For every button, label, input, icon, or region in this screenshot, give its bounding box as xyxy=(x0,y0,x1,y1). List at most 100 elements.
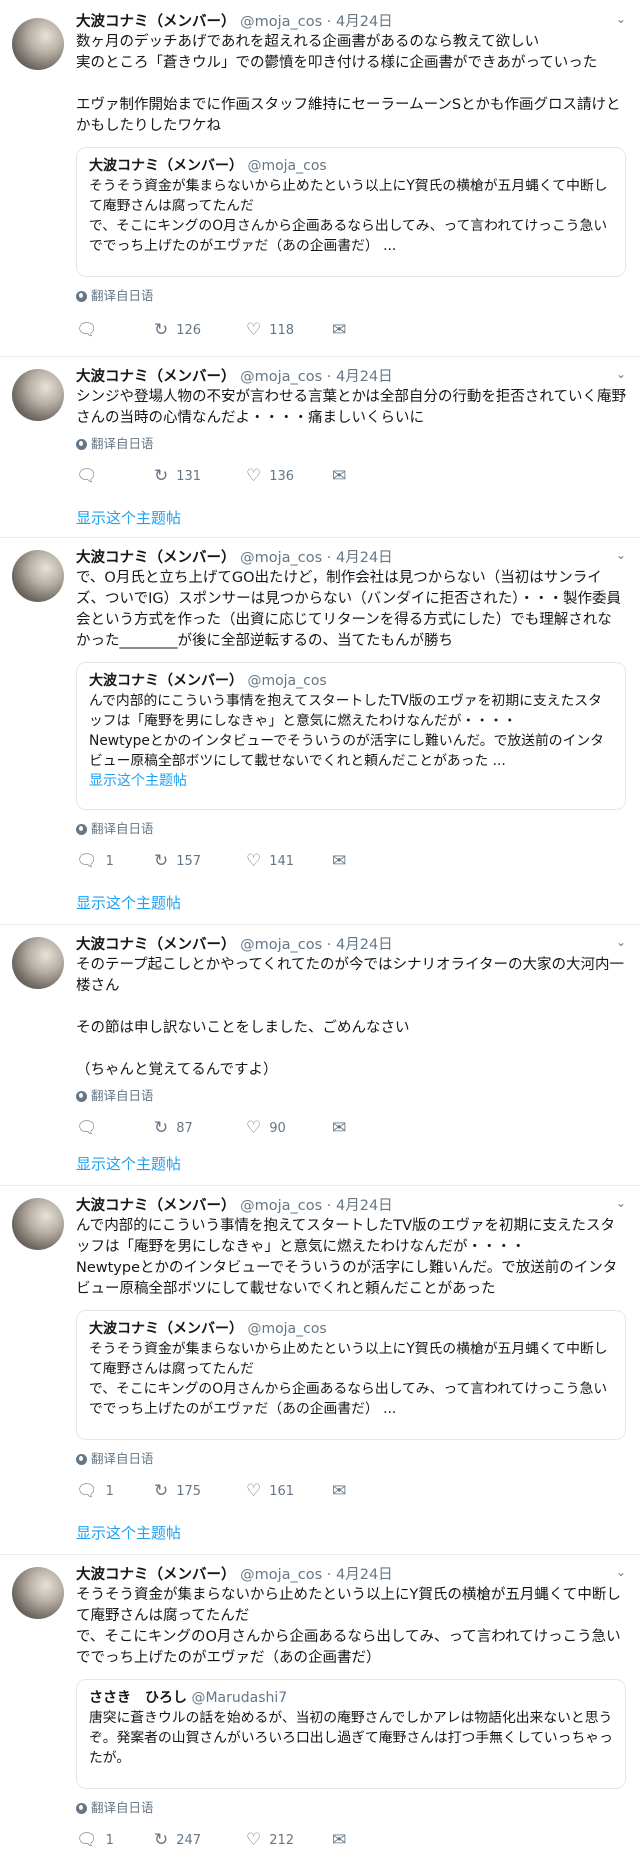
author-handle[interactable]: @moja_cos xyxy=(240,1567,322,1583)
tweet-date[interactable]: 4月24日 xyxy=(336,550,393,566)
like-button[interactable]: ♡ 161 xyxy=(246,1482,332,1500)
envelope-icon: ✉ xyxy=(332,465,347,486)
reply-button[interactable]: 🗨︎ xyxy=(76,1117,154,1138)
retweet-button[interactable]: ↻ 126 xyxy=(154,319,246,340)
tweet-actions: 🗨︎ 1 ↻ 157 ♡ 141 ✉ xyxy=(76,850,626,872)
like-count: 212 xyxy=(269,1832,295,1848)
show-thread-link[interactable]: 显示这个主题帖 xyxy=(76,892,181,913)
like-count: 161 xyxy=(269,1483,295,1499)
chevron-down-icon[interactable]: ⌄ xyxy=(616,367,626,381)
message-button[interactable]: ✉ xyxy=(332,1119,346,1137)
quoted-tweet[interactable]: 大波コナミ（メンバー） @moja_cos そうそう資金が集まらないから止めたと… xyxy=(76,147,626,277)
author-name[interactable]: 大波コナミ（メンバー） xyxy=(76,550,236,566)
like-button[interactable]: ♡ 118 xyxy=(246,321,332,339)
quoted-tweet[interactable]: 大波コナミ（メンバー） @moja_cos んで内部的にこういう事情を抱えてスタ… xyxy=(76,662,626,810)
translate-link[interactable]: 翻译自日语 xyxy=(76,1450,626,1468)
avatar[interactable] xyxy=(12,1567,64,1619)
author-handle[interactable]: @moja_cos xyxy=(240,14,322,30)
globe-icon xyxy=(76,823,87,835)
show-thread-link[interactable]: 显示这个主题帖 xyxy=(76,507,181,528)
author-handle[interactable]: @moja_cos xyxy=(240,550,322,566)
translate-link[interactable]: 翻译自日语 xyxy=(76,820,626,838)
like-button[interactable]: ♡ 212 xyxy=(246,1831,332,1849)
author-handle[interactable]: @moja_cos xyxy=(240,937,322,953)
message-button[interactable]: ✉ xyxy=(332,321,346,339)
tweet-header: 大波コナミ（メンバー） @moja_cos · 4月24日 xyxy=(76,12,626,32)
quoted-header: 大波コナミ（メンバー） @moja_cos xyxy=(89,671,613,691)
like-button[interactable]: ♡ 136 xyxy=(246,467,332,485)
retweet-button[interactable]: ↻ 247 xyxy=(154,1831,246,1849)
tweet[interactable]: 大波コナミ（メンバー） @moja_cos · 4月24日 ⌄ で、O月氏と立ち… xyxy=(0,538,640,925)
retweet-icon: ↻ xyxy=(154,319,169,340)
quoted-header: 大波コナミ（メンバー） @moja_cos xyxy=(89,156,613,176)
chevron-down-icon[interactable]: ⌄ xyxy=(616,12,626,26)
author-name[interactable]: 大波コナミ（メンバー） xyxy=(76,14,236,30)
quoted-show-thread-link[interactable]: 显示这个主题帖 xyxy=(89,771,613,791)
avatar[interactable] xyxy=(12,937,64,989)
translate-link[interactable]: 翻译自日语 xyxy=(76,287,626,305)
chevron-down-icon[interactable]: ⌄ xyxy=(616,935,626,949)
translate-label: 翻译自日语 xyxy=(91,1451,154,1466)
translate-link[interactable]: 翻译自日语 xyxy=(76,1799,626,1817)
retweet-button[interactable]: ↻ 131 xyxy=(154,465,246,486)
translate-link[interactable]: 翻译自日语 xyxy=(76,435,626,453)
tweet-date[interactable]: 4月24日 xyxy=(336,1198,393,1214)
author-name[interactable]: 大波コナミ（メンバー） xyxy=(76,937,236,953)
author-handle[interactable]: @moja_cos xyxy=(240,1198,322,1214)
author-name[interactable]: 大波コナミ（メンバー） xyxy=(76,369,236,385)
heart-icon: ♡ xyxy=(246,1117,262,1138)
reply-button[interactable]: 🗨︎ 1 xyxy=(76,1829,154,1850)
tweet-date[interactable]: 4月24日 xyxy=(336,1567,393,1583)
avatar[interactable] xyxy=(12,550,64,602)
retweet-count: 131 xyxy=(176,468,202,484)
message-button[interactable]: ✉ xyxy=(332,852,346,870)
quoted-author-name: ささき ひろし xyxy=(89,1690,187,1706)
tweet[interactable]: 大波コナミ（メンバー） @moja_cos · 4月24日 ⌄ んで内部的にこう… xyxy=(0,1186,640,1555)
like-button[interactable]: ♡ 90 xyxy=(246,1117,332,1138)
reply-icon: 🗨︎ xyxy=(76,1829,98,1850)
avatar[interactable] xyxy=(12,18,64,70)
message-button[interactable]: ✉ xyxy=(332,1480,347,1501)
chevron-down-icon[interactable]: ⌄ xyxy=(616,548,626,562)
author-handle[interactable]: @moja_cos xyxy=(240,369,322,385)
retweet-button[interactable]: ↻ 87 xyxy=(154,1119,246,1137)
tweet-actions: 🗨︎ ↻ 87 ♡ 90 ✉ xyxy=(76,1117,626,1139)
show-thread-link[interactable]: 显示这个主题帖 xyxy=(76,1153,181,1174)
avatar[interactable] xyxy=(12,369,64,421)
author-name[interactable]: 大波コナミ（メンバー） xyxy=(76,1567,236,1583)
quoted-author-handle: @Marudashi7 xyxy=(191,1690,288,1706)
reply-icon: 🗨︎ xyxy=(76,465,98,486)
tweet[interactable]: 大波コナミ（メンバー） @moja_cos · 4月24日 ⌄ 数ヶ月のデッチあ… xyxy=(0,0,640,357)
message-button[interactable]: ✉ xyxy=(332,1831,346,1849)
author-name[interactable]: 大波コナミ（メンバー） xyxy=(76,1198,236,1214)
envelope-icon: ✉ xyxy=(332,1480,347,1501)
quoted-text: んで内部的にこういう事情を抱えてスタートしたTV版のエヴァを初期に支えたスタッフ… xyxy=(89,693,604,769)
translate-link[interactable]: 翻译自日语 xyxy=(76,1087,626,1105)
reply-button[interactable]: 🗨︎ xyxy=(76,321,154,339)
tweet[interactable]: 大波コナミ（メンバー） @moja_cos · 4月24日 ⌄ そうそう資金が集… xyxy=(0,1555,640,1864)
retweet-button[interactable]: ↻ 175 xyxy=(154,1482,246,1500)
show-thread-link[interactable]: 显示这个主题帖 xyxy=(76,1522,181,1543)
globe-icon xyxy=(76,1453,87,1465)
tweet-date[interactable]: 4月24日 xyxy=(336,369,393,385)
reply-button[interactable]: 🗨︎ 1 xyxy=(76,1480,154,1501)
tweet[interactable]: 大波コナミ（メンバー） @moja_cos · 4月24日 ⌄ シンジや登場人物… xyxy=(0,357,640,538)
retweet-icon: ↻ xyxy=(154,465,169,486)
reply-button[interactable]: 🗨︎ 1 xyxy=(76,852,154,870)
tweet[interactable]: 大波コナミ（メンバー） @moja_cos · 4月24日 ⌄ そのテープ起こし… xyxy=(0,925,640,1186)
globe-icon xyxy=(76,438,87,450)
avatar[interactable] xyxy=(12,1198,64,1250)
message-button[interactable]: ✉ xyxy=(332,465,347,486)
chevron-down-icon[interactable]: ⌄ xyxy=(616,1196,626,1210)
reply-icon: 🗨︎ xyxy=(76,1117,98,1138)
reply-button[interactable]: 🗨︎ xyxy=(76,465,154,486)
quoted-tweet[interactable]: 大波コナミ（メンバー） @moja_cos そうそう資金が集まらないから止めたと… xyxy=(76,1310,626,1440)
reply-icon: 🗨︎ xyxy=(76,1480,98,1501)
tweet-date[interactable]: 4月24日 xyxy=(336,937,393,953)
separator-dot: · xyxy=(326,550,332,566)
quoted-tweet[interactable]: ささき ひろし @Marudashi7 唐突に蒼きウルの話を始めるが、当初の庵野… xyxy=(76,1679,626,1789)
like-button[interactable]: ♡ 141 xyxy=(246,852,332,870)
chevron-down-icon[interactable]: ⌄ xyxy=(616,1565,626,1579)
retweet-button[interactable]: ↻ 157 xyxy=(154,852,246,870)
tweet-date[interactable]: 4月24日 xyxy=(336,14,393,30)
